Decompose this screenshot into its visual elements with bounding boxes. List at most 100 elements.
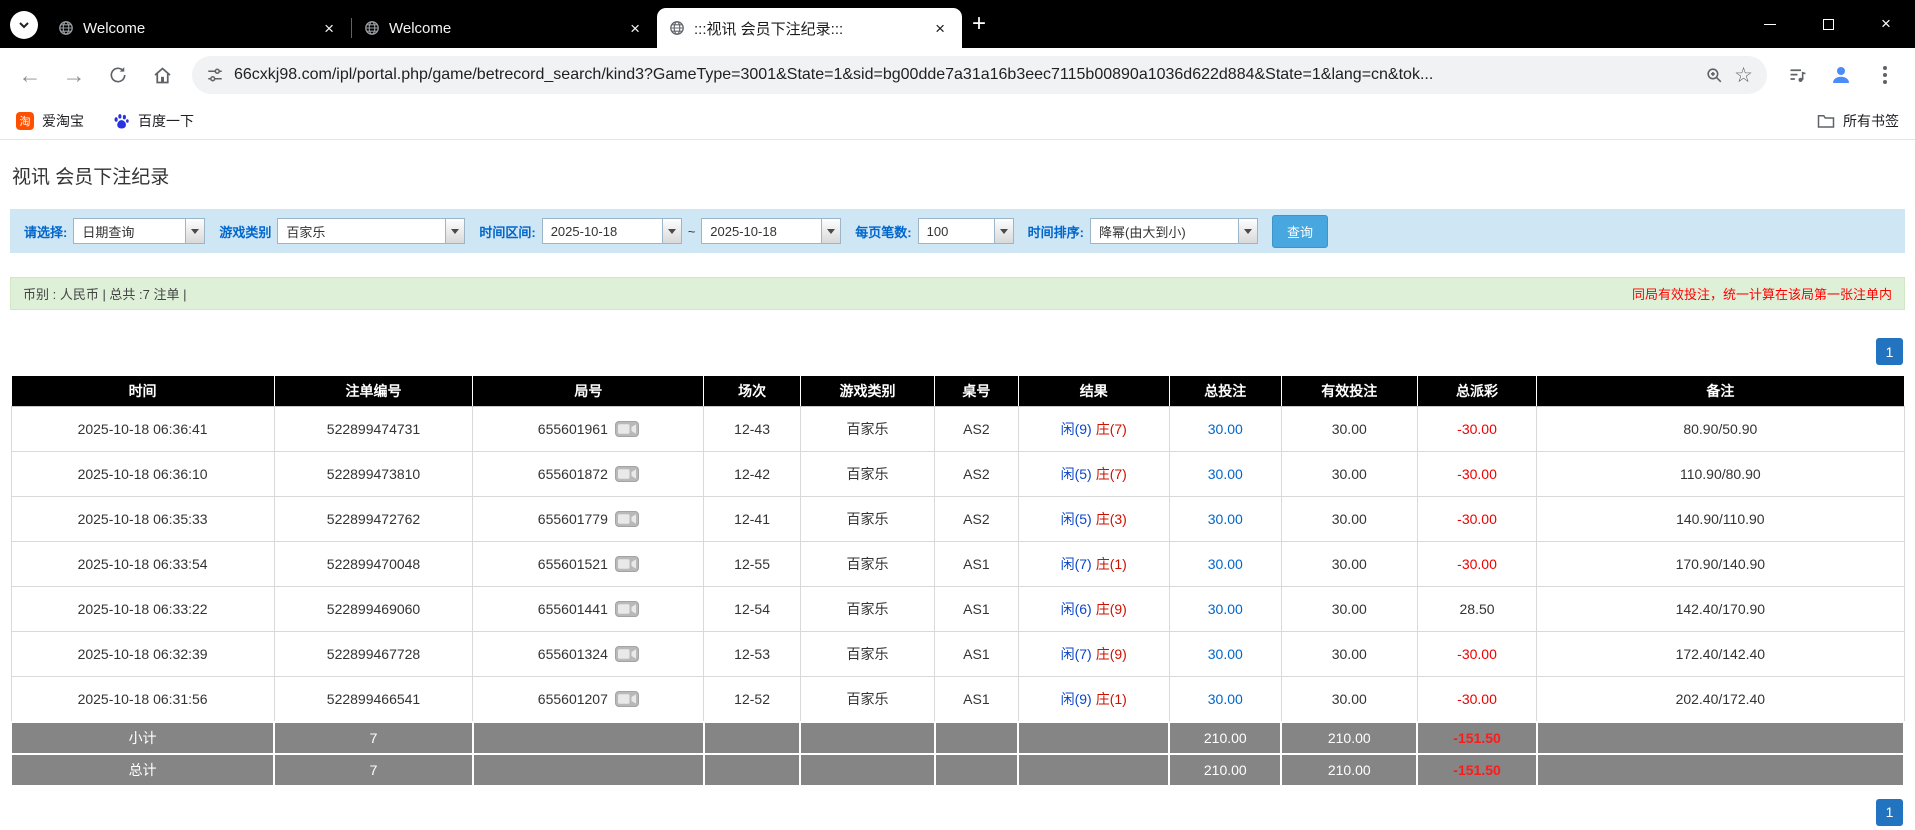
- valid-bet-notice: 同局有效投注，统一计算在该局第一张注单内: [1632, 284, 1892, 303]
- bookmark-star-icon[interactable]: ☆: [1734, 65, 1753, 86]
- tab-bet-record-active[interactable]: :::视讯 会员下注纪录::: ×: [657, 8, 962, 48]
- total-bet-link[interactable]: 30.00: [1169, 497, 1281, 542]
- tab-search-button[interactable]: [10, 11, 38, 39]
- close-icon: ×: [1881, 14, 1891, 34]
- bookmark-label: 百度一下: [138, 111, 194, 131]
- session-cell: 12-41: [704, 497, 801, 542]
- tab-welcome-1[interactable]: Welcome ×: [46, 8, 351, 48]
- video-replay-icon[interactable]: [615, 421, 639, 437]
- empty-cell: [473, 722, 704, 754]
- profile-button[interactable]: [1821, 55, 1861, 95]
- navigation-bar: ← → 66cxkj98.com/ipl/portal.php/game/bet…: [0, 48, 1915, 102]
- chevron-down-icon[interactable]: [1238, 219, 1257, 243]
- page-size-select[interactable]: 100: [918, 218, 1014, 244]
- date-to-select[interactable]: 2025-10-18: [701, 218, 841, 244]
- video-replay-icon[interactable]: [615, 601, 639, 617]
- globe-icon: [669, 20, 685, 36]
- bet-id-cell: 522899472762: [274, 497, 473, 542]
- empty-cell: [1018, 722, 1169, 754]
- empty-cell: [704, 722, 801, 754]
- search-button[interactable]: 查询: [1272, 215, 1328, 248]
- total-bet-link[interactable]: 30.00: [1169, 542, 1281, 587]
- table-number-cell: AS2: [935, 452, 1018, 497]
- result-banker: 庄(7): [1096, 421, 1127, 437]
- back-arrow-icon: ←: [19, 64, 42, 87]
- chevron-down-icon[interactable]: [821, 219, 840, 243]
- maximize-icon: [1823, 19, 1834, 30]
- table-number-cell: AS1: [935, 587, 1018, 632]
- session-cell: 12-52: [704, 677, 801, 722]
- chevron-down-icon[interactable]: [185, 219, 204, 243]
- note-cell: 170.90/140.90: [1537, 542, 1904, 587]
- sort-order-select[interactable]: 降幂(由大到小): [1090, 218, 1258, 244]
- session-cell: 12-54: [704, 587, 801, 632]
- media-controls-icon: [1787, 65, 1808, 86]
- folder-icon: [1817, 113, 1835, 129]
- query-type-select[interactable]: 日期查询: [73, 218, 205, 244]
- note-cell: 202.40/172.40: [1537, 677, 1904, 722]
- close-button[interactable]: ×: [1857, 0, 1915, 48]
- chevron-down-icon: [18, 21, 30, 29]
- tab-close-icon[interactable]: ×: [625, 19, 645, 38]
- new-tab-button[interactable]: +: [962, 12, 996, 48]
- column-header: 总派彩: [1417, 376, 1536, 407]
- time-cell: 2025-10-18 06:35:33: [11, 497, 274, 542]
- tab-close-icon[interactable]: ×: [319, 19, 339, 38]
- valid-bet-cell: 30.00: [1281, 542, 1417, 587]
- zoom-icon[interactable]: [1705, 66, 1724, 85]
- site-info-icon[interactable]: [206, 66, 224, 84]
- result-cell: 闲(7)庄(9): [1018, 632, 1169, 677]
- back-button[interactable]: ←: [10, 55, 50, 95]
- round-number: 655601872: [538, 466, 608, 482]
- round-number: 655601961: [538, 421, 608, 437]
- video-replay-icon[interactable]: [615, 466, 639, 482]
- chevron-down-icon[interactable]: [662, 219, 681, 243]
- all-bookmarks-button[interactable]: 所有书签: [1817, 111, 1899, 131]
- video-replay-icon[interactable]: [615, 691, 639, 707]
- valid-bet-cell: 30.00: [1281, 497, 1417, 542]
- minimize-button[interactable]: [1741, 0, 1799, 48]
- tab-title: Welcome: [83, 20, 310, 37]
- browser-window: Welcome × Welcome × :::视讯 会员下注纪录::: × + …: [0, 0, 1915, 830]
- payout-cell: -30.00: [1417, 677, 1536, 722]
- subtotal-valid-bet-cell: 210.00: [1281, 722, 1417, 754]
- media-controls-button[interactable]: [1777, 55, 1817, 95]
- refresh-button[interactable]: [98, 55, 138, 95]
- page-1-button[interactable]: 1: [1876, 338, 1903, 365]
- pagination-top: 1: [12, 338, 1903, 365]
- forward-button[interactable]: →: [54, 55, 94, 95]
- page-1-button[interactable]: 1: [1876, 799, 1903, 826]
- result-player: 闲(7): [1061, 646, 1092, 662]
- tab-welcome-2[interactable]: Welcome ×: [352, 8, 657, 48]
- game-type-cell: 百家乐: [800, 632, 934, 677]
- result-banker: 庄(9): [1096, 646, 1127, 662]
- empty-cell: [1537, 722, 1904, 754]
- total-bet-link[interactable]: 30.00: [1169, 407, 1281, 452]
- total-bet-link[interactable]: 30.00: [1169, 587, 1281, 632]
- chevron-down-icon[interactable]: [445, 219, 464, 243]
- session-cell: 12-42: [704, 452, 801, 497]
- date-from-select[interactable]: 2025-10-18: [542, 218, 682, 244]
- session-cell: 12-55: [704, 542, 801, 587]
- total-bet-link[interactable]: 30.00: [1169, 632, 1281, 677]
- video-replay-icon[interactable]: [615, 646, 639, 662]
- chevron-down-icon[interactable]: [994, 219, 1013, 243]
- time-cell: 2025-10-18 06:33:54: [11, 542, 274, 587]
- total-bet-link[interactable]: 30.00: [1169, 452, 1281, 497]
- globe-icon: [364, 20, 380, 36]
- result-player: 闲(9): [1061, 691, 1092, 707]
- bookmark-aitaobao[interactable]: 淘 爱淘宝: [16, 111, 84, 131]
- video-replay-icon[interactable]: [615, 511, 639, 527]
- result-cell: 闲(9)庄(7): [1018, 407, 1169, 452]
- home-button[interactable]: [142, 55, 182, 95]
- video-replay-icon[interactable]: [615, 556, 639, 572]
- table-number-cell: AS2: [935, 407, 1018, 452]
- game-type-select[interactable]: 百家乐: [277, 218, 465, 244]
- browser-menu-button[interactable]: [1865, 55, 1905, 95]
- address-bar[interactable]: 66cxkj98.com/ipl/portal.php/game/betreco…: [192, 56, 1767, 94]
- total-bet-link[interactable]: 30.00: [1169, 677, 1281, 722]
- maximize-button[interactable]: [1799, 0, 1857, 48]
- tab-close-icon[interactable]: ×: [930, 19, 950, 38]
- bookmark-baidu[interactable]: 百度一下: [112, 111, 194, 131]
- subtotal-total-bet-cell: 210.00: [1169, 722, 1281, 754]
